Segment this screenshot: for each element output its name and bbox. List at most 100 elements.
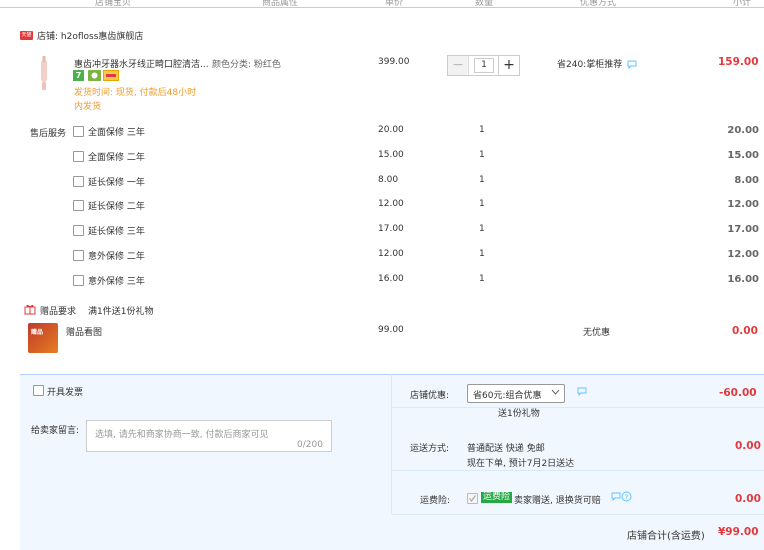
shop-discount-select[interactable]: 省60元:组合优惠 bbox=[467, 384, 565, 403]
help-icon[interactable]: ? bbox=[621, 491, 632, 505]
header-col-attr: 商品属性 bbox=[262, 0, 299, 8]
gift-discount: 无优惠 bbox=[583, 328, 611, 338]
decrease-quantity-button[interactable]: − bbox=[448, 56, 469, 75]
invoice-checkbox[interactable] bbox=[33, 385, 44, 396]
guarantee-icon bbox=[88, 70, 101, 81]
chat-bubble-icon[interactable] bbox=[577, 387, 587, 399]
row-divider bbox=[392, 514, 764, 515]
insurance-checkbox[interactable] bbox=[467, 493, 478, 504]
insurance-amount: 0.00 bbox=[735, 493, 761, 505]
after-sales-qty: 1 bbox=[479, 199, 485, 210]
gift-box-icon bbox=[24, 303, 36, 318]
message-placeholder: 选填, 请先和商家协商一致, 付款后商家可见 bbox=[95, 430, 269, 440]
after-sales-price: 20.00 bbox=[378, 125, 404, 135]
gift-thumb-text: 赠品 bbox=[31, 329, 44, 336]
after-sales-qty: 1 bbox=[479, 149, 485, 160]
row-divider bbox=[392, 470, 764, 471]
invoice-label: 开具发票 bbox=[47, 388, 84, 398]
after-sales-price: 12.00 bbox=[378, 199, 404, 210]
7-day-return-icon: 7 bbox=[73, 70, 84, 81]
gift-price: 99.00 bbox=[378, 325, 404, 335]
gift-name[interactable]: 赠品看图 bbox=[66, 325, 102, 338]
water-flosser-image-icon bbox=[41, 56, 47, 90]
product-attribute: 颜色分类: 粉红色 bbox=[212, 60, 281, 70]
after-sales-qty: 1 bbox=[479, 249, 485, 259]
ship-time-text: 发货时间: 现货, 付款后48小时 bbox=[74, 88, 197, 98]
gift-subtotal: 0.00 bbox=[732, 325, 758, 337]
header-col-qty: 数量 bbox=[475, 0, 494, 8]
shop-discount-label: 店铺优惠: bbox=[410, 391, 450, 401]
gift-thumbnail[interactable]: 赠品 bbox=[28, 323, 58, 353]
after-sales-qty: 1 bbox=[479, 224, 485, 235]
delivery-note: 现在下单, 预计7月2日送达 bbox=[467, 459, 575, 469]
after-sales-subtotal: 17.00 bbox=[727, 224, 759, 236]
after-sales-name: 全面保修 三年 bbox=[88, 128, 145, 138]
quantity-stepper[interactable]: − 1 + bbox=[447, 55, 520, 76]
after-sales-subtotal: 15.00 bbox=[727, 149, 759, 161]
insurance-badge: 运费险 bbox=[481, 492, 513, 503]
gift-requirement-text: 满1件送1份礼物 bbox=[88, 307, 154, 317]
after-sales-checkbox[interactable] bbox=[73, 175, 84, 187]
after-sales-name: 延长保修 一年 bbox=[88, 177, 145, 188]
message-label: 给卖家留言: bbox=[31, 426, 80, 436]
after-sales-price: 15.00 bbox=[378, 149, 404, 160]
product-thumbnail[interactable] bbox=[27, 56, 61, 94]
order-summary-panel bbox=[20, 374, 764, 550]
after-sales-subtotal: 8.00 bbox=[734, 174, 759, 186]
after-sales-price: 8.00 bbox=[378, 174, 399, 185]
delivery-amount: 0.00 bbox=[735, 440, 761, 452]
product-discount: 省240:掌柜推荐 bbox=[557, 60, 623, 70]
after-sales-checkbox[interactable] bbox=[73, 126, 84, 137]
after-sales-name: 意外保修 二年 bbox=[88, 252, 145, 262]
quantity-input[interactable]: 1 bbox=[474, 58, 494, 73]
after-sales-name: 意外保修 三年 bbox=[88, 276, 145, 287]
delivery-value: 普通配送 快递 免邮 bbox=[467, 444, 545, 454]
after-sales-price: 12.00 bbox=[378, 249, 404, 259]
table-header: 店铺宝贝 商品属性 单价 数量 优惠方式 小计 bbox=[0, 0, 764, 8]
gift-requirement-label: 赠品要求 bbox=[40, 307, 77, 317]
after-sales-name: 全面保修 二年 bbox=[88, 152, 145, 163]
shop-discount-note: 送1份礼物 bbox=[498, 409, 540, 419]
chevron-down-icon bbox=[551, 389, 560, 399]
after-sales-name: 延长保修 二年 bbox=[88, 202, 145, 213]
insurance-value: 卖家赠送, 退换货可赔 bbox=[514, 496, 601, 506]
after-sales-name: 延长保修 三年 bbox=[88, 227, 145, 238]
after-sales-qty: 1 bbox=[479, 125, 485, 135]
after-sales-subtotal: 16.00 bbox=[727, 273, 759, 285]
header-col-subtotal: 小计 bbox=[733, 0, 752, 8]
after-sales-price: 16.00 bbox=[378, 273, 404, 284]
after-sales-checkbox[interactable] bbox=[73, 200, 84, 212]
after-sales-subtotal: 20.00 bbox=[727, 125, 759, 136]
after-sales-subtotal: 12.00 bbox=[727, 249, 759, 260]
after-sales-qty: 1 bbox=[479, 273, 485, 284]
row-divider bbox=[392, 407, 764, 408]
after-sales-qty: 1 bbox=[479, 174, 485, 185]
insurance-label: 运费险: bbox=[420, 496, 451, 506]
card-icon bbox=[103, 70, 119, 81]
after-sales-checkbox[interactable] bbox=[73, 274, 84, 286]
after-sales-checkbox[interactable] bbox=[73, 150, 84, 162]
after-sales-label: 售后服务 bbox=[30, 129, 67, 139]
ship-time-text-2: 内发货 bbox=[74, 102, 102, 112]
product-price: 399.00 bbox=[378, 57, 410, 67]
header-col-item: 店铺宝贝 bbox=[95, 0, 132, 8]
message-field[interactable]: 选填, 请先和商家协商一致, 付款后商家可见 0/200 bbox=[86, 420, 332, 452]
svg-text:?: ? bbox=[625, 493, 629, 501]
increase-quantity-button[interactable]: + bbox=[498, 56, 519, 75]
chat-bubble-icon[interactable] bbox=[611, 492, 621, 504]
shop-discount-amount: -60.00 bbox=[719, 387, 757, 399]
message-counter: 0/200 bbox=[297, 440, 323, 450]
header-col-discount: 优惠方式 bbox=[580, 0, 617, 8]
shop-name-link[interactable]: 店铺: h2ofloss惠齿旗舰店 bbox=[37, 29, 143, 42]
product-subtotal: 159.00 bbox=[718, 56, 759, 68]
total-value: ¥99.00 bbox=[718, 526, 759, 538]
after-sales-subtotal: 12.00 bbox=[727, 199, 759, 211]
tmall-badge-icon: 天猫 bbox=[20, 31, 33, 40]
after-sales-checkbox[interactable] bbox=[73, 225, 84, 237]
after-sales-price: 17.00 bbox=[378, 224, 404, 235]
after-sales-checkbox[interactable] bbox=[73, 250, 84, 261]
product-title-link[interactable]: 惠齿冲牙器水牙线正畸口腔清洁... bbox=[74, 57, 209, 70]
chat-bubble-icon[interactable] bbox=[627, 60, 637, 72]
header-col-price: 单价 bbox=[385, 0, 404, 8]
delivery-label: 运送方式: bbox=[410, 444, 450, 454]
